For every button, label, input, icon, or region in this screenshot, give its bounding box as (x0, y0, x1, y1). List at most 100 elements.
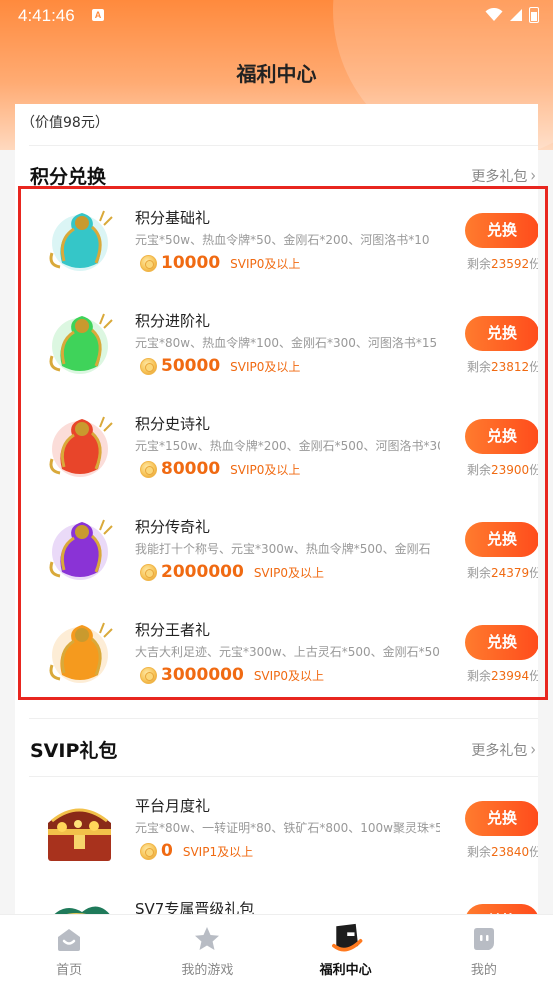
profile-icon (473, 928, 494, 950)
gift-desc: 元宝*80w、热血令牌*100、金刚石*300、河图洛书*15 (135, 336, 438, 350)
tab-label: 首页 (56, 963, 83, 978)
coin-icon (140, 666, 157, 684)
tab-label: 我的 (470, 963, 497, 978)
tab-home[interactable]: 首页 (0, 915, 138, 984)
gift-price: 50000 SVIP0及以上 (140, 356, 300, 376)
gift-name: 积分史诗礼 (135, 415, 211, 433)
remain-prefix: 剩余 (467, 566, 492, 580)
exchange-button[interactable]: 兑换 (465, 213, 538, 248)
svip-gift-item[interactable]: 平台月度礼 元宝*80w、一转证明*80、铁矿石*800、100w聚灵珠*50 … (30, 783, 538, 883)
remaining-count: 剩余23812份 (467, 358, 538, 375)
remain-number: 23900 (491, 463, 530, 477)
points-gift-item[interactable]: 积分史诗礼元宝*150w、热血令牌*200、金刚石*500、河图洛书*30 800… (30, 401, 538, 501)
price-level: SVIP0及以上 (253, 668, 325, 683)
remain-suffix: 份 (529, 360, 538, 374)
status-time: 4:41:46 (18, 6, 75, 25)
gift-desc: 我能打十个称号、元宝*300w、热血令牌*500、金刚石 (135, 542, 431, 556)
exchange-button[interactable]: 兑换 (465, 625, 538, 660)
home-icon (58, 929, 81, 951)
price-value: 80000 (161, 459, 221, 479)
battery-icon (529, 7, 539, 23)
exchange-button[interactable]: 兑换 (465, 522, 538, 557)
bottom-tabbar: 首页 我的游戏 福利中心 我的 (0, 914, 553, 984)
points-more-link[interactable]: 更多礼包 › (471, 166, 536, 186)
exchange-button[interactable]: 兑换 (465, 801, 538, 836)
gift-price: 0 SVIP1及以上 (140, 841, 253, 861)
tab-profile[interactable]: 我的 (415, 915, 553, 984)
wifi-icon (485, 8, 503, 21)
gift-desc: 大吉大利足迹、元宝*300w、上古灵石*500、金刚石*500 (135, 645, 440, 659)
remain-suffix: 份 (529, 669, 538, 683)
points-gift-item[interactable]: 积分基础礼元宝*50w、热血令牌*50、金刚石*200、河图洛书*10 10000… (30, 195, 538, 295)
price-level: SVIP0及以上 (230, 462, 301, 477)
remain-prefix: 剩余 (467, 360, 492, 374)
gift-price: 3000000 SVIP0及以上 (140, 665, 324, 685)
status-bar: 4:41:46 A (0, 0, 553, 32)
gift-name: 积分进阶礼 (135, 312, 211, 330)
divider (29, 776, 538, 777)
notification-icon: A (92, 9, 104, 21)
gift-name: 积分王者礼 (135, 621, 211, 639)
dragon-gift-icon (42, 409, 117, 484)
price-value: 10000 (161, 253, 221, 273)
points-section-title: 积分兑换 (30, 166, 107, 188)
coin-icon (140, 357, 157, 375)
more-link-label: 更多礼包 (471, 743, 528, 759)
gift-name: 积分基础礼 (135, 209, 211, 227)
gift-desc: 元宝*50w、热血令牌*50、金刚石*200、河图洛书*10 (135, 233, 430, 247)
points-gift-item[interactable]: 积分进阶礼元宝*80w、热血令牌*100、金刚石*300、河图洛书*15 5000… (30, 298, 538, 398)
price-level: SVIP0及以上 (230, 256, 301, 271)
divider (29, 145, 538, 146)
remain-suffix: 份 (529, 845, 538, 859)
treasure-chest-icon (42, 791, 117, 866)
remaining-count: 剩余23994份 (467, 667, 538, 684)
remain-prefix: 剩余 (467, 257, 492, 271)
points-gift-item[interactable]: 积分王者礼大吉大利足迹、元宝*300w、上古灵石*500、金刚石*500 3000… (30, 607, 538, 707)
remaining-count: 剩余23840份 (467, 843, 538, 860)
coin-icon (140, 842, 157, 860)
tab-welfare-center[interactable]: 福利中心 (277, 915, 415, 984)
content-card[interactable]: （价值98元） 积分兑换 更多礼包 › 积分基础礼元宝*50w、热血令牌*50、… (15, 104, 538, 924)
page-title: 福利中心 (236, 62, 317, 86)
gift-name: 积分传奇礼 (135, 518, 211, 536)
svip-more-link[interactable]: 更多礼包 › (471, 740, 536, 760)
dragon-gift-icon (42, 306, 117, 381)
remaining-count: 剩余23900份 (467, 461, 538, 478)
remain-prefix: 剩余 (467, 669, 492, 683)
remain-number: 23994 (491, 669, 530, 683)
previous-item-clipped (23, 104, 423, 108)
more-link-label: 更多礼包 (471, 169, 528, 185)
dragon-gift-icon (42, 615, 117, 690)
tab-my-games[interactable]: 我的游戏 (138, 915, 276, 984)
status-icons (485, 7, 539, 23)
divider (29, 718, 538, 719)
exchange-button[interactable]: 兑换 (465, 316, 538, 351)
coin-icon (140, 563, 157, 581)
gift-price: 80000 SVIP0及以上 (140, 459, 300, 479)
remain-suffix: 份 (529, 257, 538, 271)
remain-number: 23592 (491, 257, 530, 271)
exchange-button[interactable]: 兑换 (465, 419, 538, 454)
points-gift-item[interactable]: 积分传奇礼我能打十个称号、元宝*300w、热血令牌*500、金刚石 2000000… (30, 504, 538, 604)
gift-desc: 元宝*150w、热血令牌*200、金刚石*500、河图洛书*30 (135, 439, 440, 453)
price-level: SVIP0及以上 (230, 359, 301, 374)
welfare-active-icon (331, 923, 363, 952)
gift-price: 2000000 SVIP0及以上 (140, 562, 324, 582)
previous-item-value: （价值98元） (21, 115, 109, 131)
gift-desc: 元宝*80w、一转证明*80、铁矿石*800、100w聚灵珠*50 (135, 821, 440, 835)
remain-suffix: 份 (529, 463, 538, 477)
clipped-text-icon (23, 104, 423, 108)
price-value: 3000000 (161, 665, 244, 685)
dragon-gift-icon (42, 203, 117, 278)
price-value: 0 (161, 841, 173, 861)
price-value: 50000 (161, 356, 221, 376)
remaining-count: 剩余24379份 (467, 564, 538, 581)
remain-suffix: 份 (529, 566, 538, 580)
price-value: 2000000 (161, 562, 244, 582)
dragon-gift-icon (42, 512, 117, 587)
chevron-right-icon: › (530, 166, 536, 186)
svip-section-title: SVIP礼包 (30, 740, 118, 762)
remaining-count: 剩余23592份 (467, 255, 538, 272)
signal-icon (510, 9, 522, 21)
remain-prefix: 剩余 (467, 845, 492, 859)
